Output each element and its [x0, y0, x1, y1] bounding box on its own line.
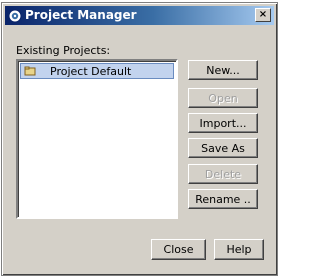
- rename-button[interactable]: Rename ..: [188, 189, 258, 209]
- app-icon: [8, 9, 22, 22]
- project-manager-dialog: Project Manager × Existing Projects: Pro…: [1, 2, 278, 276]
- list-item[interactable]: Project Default: [20, 63, 174, 79]
- window-title: Project Manager: [25, 8, 137, 22]
- close-icon[interactable]: ×: [255, 8, 271, 22]
- new-button[interactable]: New...: [188, 60, 258, 80]
- projects-list[interactable]: Project Default: [16, 59, 178, 219]
- close-button[interactable]: Close: [151, 239, 206, 260]
- open-button[interactable]: Open: [188, 88, 258, 108]
- existing-projects-label: Existing Projects:: [16, 44, 111, 57]
- list-item-label: Project Default: [50, 64, 132, 78]
- help-button[interactable]: Help: [214, 239, 264, 260]
- title-bar[interactable]: Project Manager ×: [5, 6, 274, 25]
- project-icon: [24, 66, 36, 76]
- save-as-button[interactable]: Save As: [188, 138, 258, 158]
- import-button[interactable]: Import...: [188, 113, 258, 133]
- delete-button[interactable]: Delete: [188, 164, 258, 184]
